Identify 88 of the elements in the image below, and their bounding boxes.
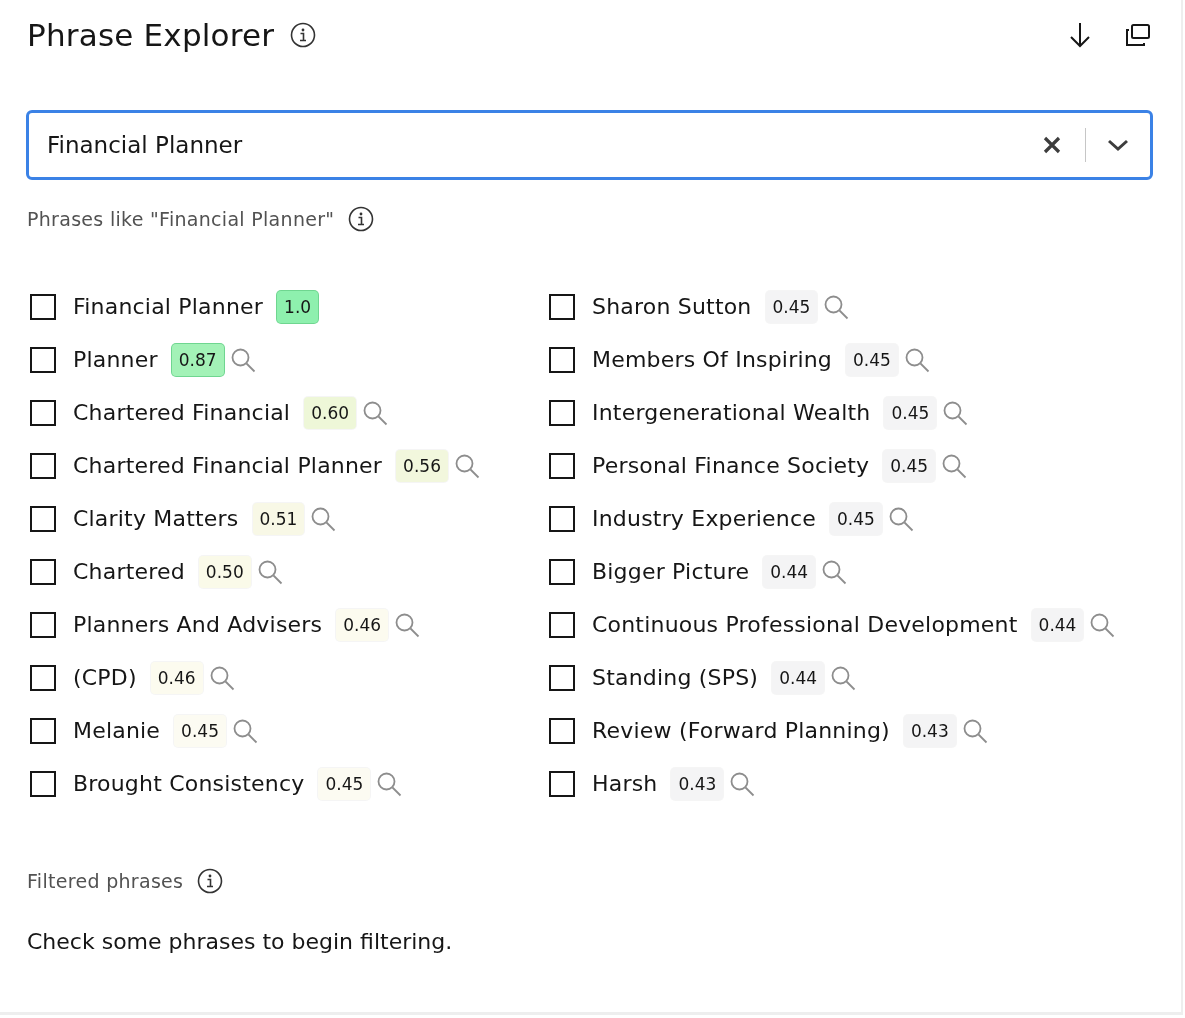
phrase-label: Personal Finance Society	[592, 453, 870, 478]
search-icon[interactable]	[941, 452, 968, 479]
score-badge: 0.45	[318, 767, 371, 800]
score-badge: 0.45	[174, 714, 226, 747]
phrase-label: Standing (SPS)	[592, 665, 759, 690]
score-badge: 0.50	[198, 555, 251, 588]
phrase-label: Melanie	[73, 718, 161, 743]
checkbox[interactable]	[549, 346, 575, 373]
score-badge: 0.45	[830, 502, 882, 535]
phrase-label: Chartered Financial	[73, 400, 291, 425]
score-badge: 0.44	[1031, 608, 1084, 641]
checkbox[interactable]	[30, 399, 56, 426]
checkbox[interactable]	[549, 452, 575, 479]
empty-message: Check some phrases to begin filtering.	[27, 929, 454, 954]
checkbox[interactable]	[549, 611, 575, 638]
search-icon[interactable]	[310, 505, 337, 532]
search-icon[interactable]	[376, 770, 403, 797]
search-icon[interactable]	[903, 346, 930, 373]
search-icon[interactable]	[942, 399, 969, 426]
phrase-label: Members Of Inspiring	[592, 347, 833, 372]
phrase-label: Clarity Matters	[73, 506, 239, 531]
checkbox[interactable]	[549, 505, 575, 532]
info-icon[interactable]	[197, 868, 224, 894]
checkbox[interactable]	[30, 717, 56, 744]
checkbox[interactable]	[30, 611, 56, 638]
search-icon[interactable]	[453, 452, 480, 479]
section-label: Phrases like "Financial Planner"	[27, 208, 335, 230]
phrase-label: Review (Forward Planning)	[592, 718, 890, 743]
score-badge: 0.87	[171, 343, 224, 376]
checkbox[interactable]	[30, 664, 56, 691]
search-icon[interactable]	[231, 717, 258, 744]
score-badge: 0.45	[883, 449, 936, 482]
score-badge: 0.45	[884, 396, 937, 429]
score-badge: 0.51	[252, 502, 305, 535]
phrase-combobox[interactable]: Financial Planner	[26, 110, 1153, 180]
search-icon[interactable]	[729, 770, 756, 797]
phrase-label: Sharon Sutton	[592, 294, 752, 319]
checkbox[interactable]	[30, 558, 56, 585]
score-badge: 0.46	[336, 608, 389, 641]
search-icon[interactable]	[887, 505, 914, 532]
phrase-label: Intergenerational Wealth	[592, 400, 871, 425]
score-badge: 0.45	[765, 290, 818, 323]
score-badge: 0.56	[396, 449, 448, 482]
checkbox[interactable]	[549, 558, 575, 585]
checkbox[interactable]	[549, 399, 575, 426]
search-icon[interactable]	[229, 346, 256, 373]
search-icon[interactable]	[961, 717, 988, 744]
checkbox[interactable]	[30, 293, 56, 320]
search-icon[interactable]	[821, 558, 848, 585]
score-badge: 0.45	[846, 343, 898, 376]
phrase-label: Financial Planner	[73, 294, 264, 319]
score-badge: 0.60	[304, 396, 357, 429]
checkbox[interactable]	[549, 770, 575, 797]
phrase-label: Bigger Picture	[592, 559, 750, 584]
search-icon[interactable]	[256, 558, 283, 585]
phrase-label: Planners And Advisers	[73, 612, 323, 637]
search-field[interactable]: Financial Planner	[47, 113, 1039, 177]
phrase-label: Harsh	[592, 771, 658, 796]
checkbox[interactable]	[549, 664, 575, 691]
section-label: Filtered phrases	[27, 870, 184, 892]
phrase-label: Chartered	[73, 559, 185, 584]
checkbox[interactable]	[30, 770, 56, 797]
phrase-label: Brought Consistency	[73, 771, 305, 796]
search-icon[interactable]	[830, 664, 857, 691]
score-badge: 0.46	[150, 661, 203, 694]
score-badge: 1.0	[277, 290, 319, 323]
checkbox[interactable]	[549, 293, 575, 320]
phrase-label: Chartered Financial Planner	[73, 453, 383, 478]
search-icon[interactable]	[823, 293, 850, 320]
phrase-label: Industry Experience	[592, 506, 816, 531]
search-icon[interactable]	[394, 611, 421, 638]
phrase-label: Continuous Professional Development	[592, 612, 1018, 637]
info-icon[interactable]	[348, 206, 375, 232]
checkbox[interactable]	[30, 452, 56, 479]
checkbox[interactable]	[30, 505, 56, 532]
checkbox[interactable]	[30, 346, 56, 373]
search-icon[interactable]	[208, 664, 235, 691]
score-badge: 0.43	[903, 714, 956, 747]
panel-title: Phrase Explorer	[27, 17, 275, 53]
score-badge: 0.44	[772, 661, 825, 694]
score-badge: 0.44	[763, 555, 816, 588]
search-icon[interactable]	[362, 399, 389, 426]
phrase-label: (CPD)	[73, 665, 137, 690]
score-badge: 0.43	[671, 767, 724, 800]
info-icon[interactable]	[290, 22, 317, 48]
search-icon[interactable]	[1089, 611, 1116, 638]
checkbox[interactable]	[549, 717, 575, 744]
phrase-label: Planner	[73, 347, 158, 372]
